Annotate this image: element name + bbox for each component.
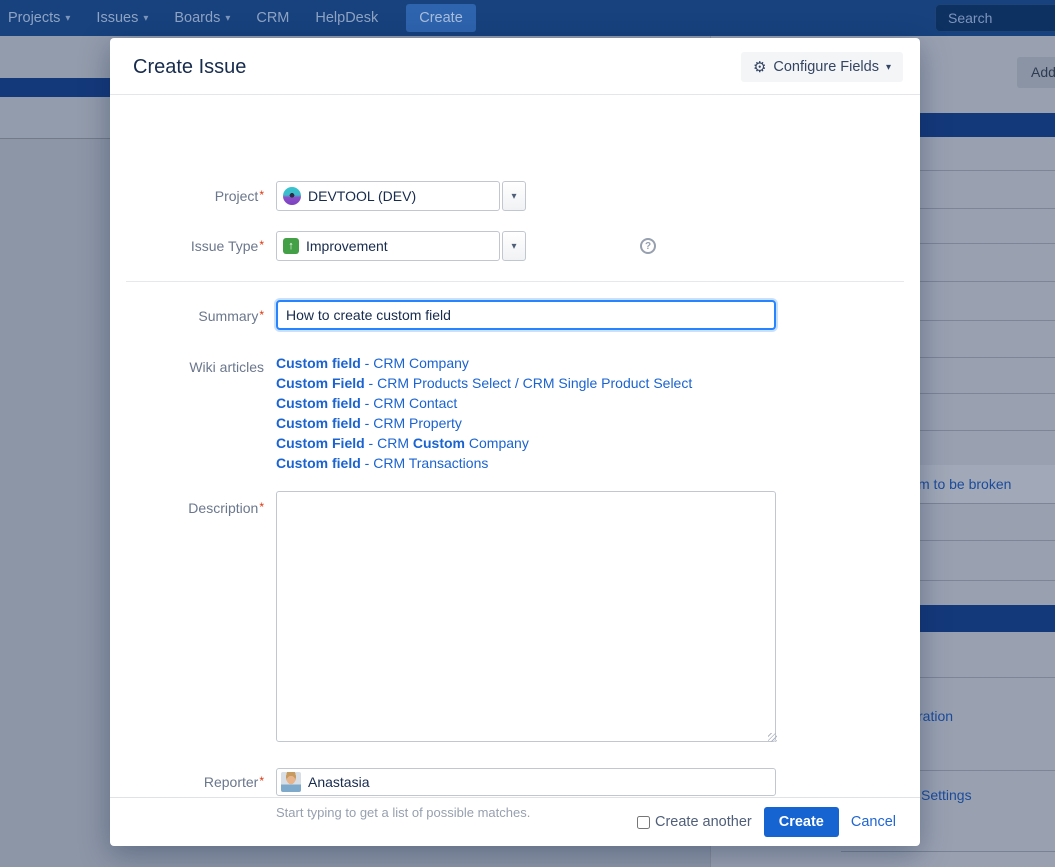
dialog-header: Create Issue ⚙ Configure Fields ▾ [110, 38, 920, 95]
nav-item-label: Projects [8, 10, 60, 26]
required-indicator: * [259, 774, 264, 788]
issue-type-select-dropdown-button[interactable]: ▾ [502, 231, 526, 261]
wiki-link-bold-text: Custom field [276, 355, 361, 371]
description-textarea[interactable] [276, 491, 776, 742]
nav-search-input[interactable] [935, 4, 1055, 32]
create-button[interactable]: Create [764, 807, 839, 837]
wiki-article-link[interactable]: Custom field - CRM Company [276, 353, 692, 373]
required-indicator: * [259, 238, 264, 252]
wiki-article-link[interactable]: Custom Field - CRM Custom Company [276, 433, 692, 453]
create-issue-dialog: Create Issue ⚙ Configure Fields ▾ Projec… [110, 38, 920, 846]
reporter-input[interactable]: Anastasia [276, 768, 776, 796]
nav-item-label: Boards [174, 10, 220, 26]
configure-fields-button[interactable]: ⚙ Configure Fields ▾ [741, 52, 903, 82]
wiki-articles-list: Custom field - CRM CompanyCustom Field -… [276, 353, 692, 473]
nav-item-issues[interactable]: Issues ▾ [96, 10, 148, 26]
wiki-link-bold-text: Custom Field [276, 375, 365, 391]
description-label: Description* [110, 500, 264, 516]
project-avatar-icon [283, 187, 301, 205]
background-settings-link[interactable]: Settings [921, 787, 972, 803]
chevron-down-icon: ▾ [143, 13, 148, 24]
create-another-checkbox[interactable] [637, 816, 650, 829]
nav-item-label: Issues [96, 10, 138, 26]
project-select-value: DEVTOOL (DEV) [308, 188, 416, 204]
section-divider [126, 281, 904, 282]
nav-item-boards[interactable]: Boards ▾ [174, 10, 230, 26]
wiki-link-text: - CRM Products Select / CRM Single Produ… [365, 375, 693, 391]
wiki-article-link[interactable]: Custom field - CRM Contact [276, 393, 692, 413]
reporter-label: Reporter* [110, 774, 264, 790]
chevron-down-icon: ▾ [511, 241, 516, 252]
help-icon[interactable]: ? [640, 238, 656, 254]
nav-item-crm[interactable]: CRM [256, 10, 289, 26]
wiki-link-text: - CRM [365, 435, 413, 451]
wiki-link-text: - CRM Property [361, 415, 462, 431]
background-divider [841, 851, 1055, 852]
required-indicator: * [259, 188, 264, 202]
cancel-link[interactable]: Cancel [851, 814, 896, 830]
wiki-article-link[interactable]: Custom field - CRM Transactions [276, 453, 692, 473]
dialog-title: Create Issue [133, 56, 246, 79]
wiki-article-link[interactable]: Custom field - CRM Property [276, 413, 692, 433]
wiki-link-text: Company [465, 435, 529, 451]
create-another-label: Create another [655, 814, 752, 830]
required-indicator: * [259, 308, 264, 322]
wiki-link-text: - CRM Contact [361, 395, 457, 411]
wiki-link-bold-text: Custom Field [276, 435, 365, 451]
nav-item-projects[interactable]: Projects ▾ [8, 10, 70, 26]
wiki-article-link[interactable]: Custom Field - CRM Products Select / CRM… [276, 373, 692, 393]
chevron-down-icon: ▾ [225, 13, 230, 24]
dialog-body: Project* DEVTOOL (DEV) ▾ Issue Type* ↑ I… [110, 95, 920, 797]
dialog-footer: Create another Create Cancel [110, 797, 920, 846]
project-label: Project* [110, 188, 264, 204]
reporter-avatar [281, 772, 301, 792]
wiki-link-text: - CRM Transactions [361, 455, 489, 471]
wiki-link-text: - CRM Company [361, 355, 469, 371]
wiki-link-bold-text: Custom field [276, 395, 361, 411]
project-select-dropdown-button[interactable]: ▾ [502, 181, 526, 211]
issue-type-select[interactable]: ↑ Improvement [276, 231, 500, 261]
nav-create-button[interactable]: Create [406, 4, 476, 32]
chevron-down-icon: ▾ [886, 62, 891, 73]
reporter-value: Anastasia [308, 774, 369, 790]
chevron-down-icon: ▾ [65, 13, 70, 24]
wiki-link-bold-text: Custom field [276, 455, 361, 471]
configure-fields-label: Configure Fields [773, 59, 879, 75]
wiki-link-bold-text: Custom [413, 435, 465, 451]
nav-item-helpdesk[interactable]: HelpDesk [315, 10, 378, 26]
nav-menu: Projects ▾ Issues ▾ Boards ▾ CRM HelpDesk [0, 10, 378, 26]
chevron-down-icon: ▾ [511, 191, 516, 202]
issue-type-label: Issue Type* [110, 238, 264, 254]
nav-item-label: CRM [256, 10, 289, 26]
textarea-resize-handle[interactable] [768, 733, 777, 742]
page-root: Add g m to be broken ration Settings Pro… [0, 0, 1055, 867]
summary-label: Summary* [110, 308, 264, 324]
issue-type-select-value: Improvement [306, 238, 388, 254]
add-gadget-button[interactable]: Add g [1017, 57, 1055, 88]
nav-item-label: HelpDesk [315, 10, 378, 26]
improvement-type-icon: ↑ [283, 238, 299, 254]
wiki-articles-label: Wiki articles [110, 359, 264, 375]
gear-icon: ⚙ [753, 60, 766, 75]
top-nav: Projects ▾ Issues ▾ Boards ▾ CRM HelpDesk Creat… [0, 0, 1055, 36]
create-another-option: Create another [637, 814, 752, 830]
summary-input[interactable] [276, 300, 776, 330]
background-issue-link[interactable]: m to be broken [918, 476, 1011, 492]
required-indicator: * [259, 500, 264, 514]
wiki-link-bold-text: Custom field [276, 415, 361, 431]
project-select[interactable]: DEVTOOL (DEV) [276, 181, 500, 211]
background-configuration-link[interactable]: ration [918, 708, 953, 724]
